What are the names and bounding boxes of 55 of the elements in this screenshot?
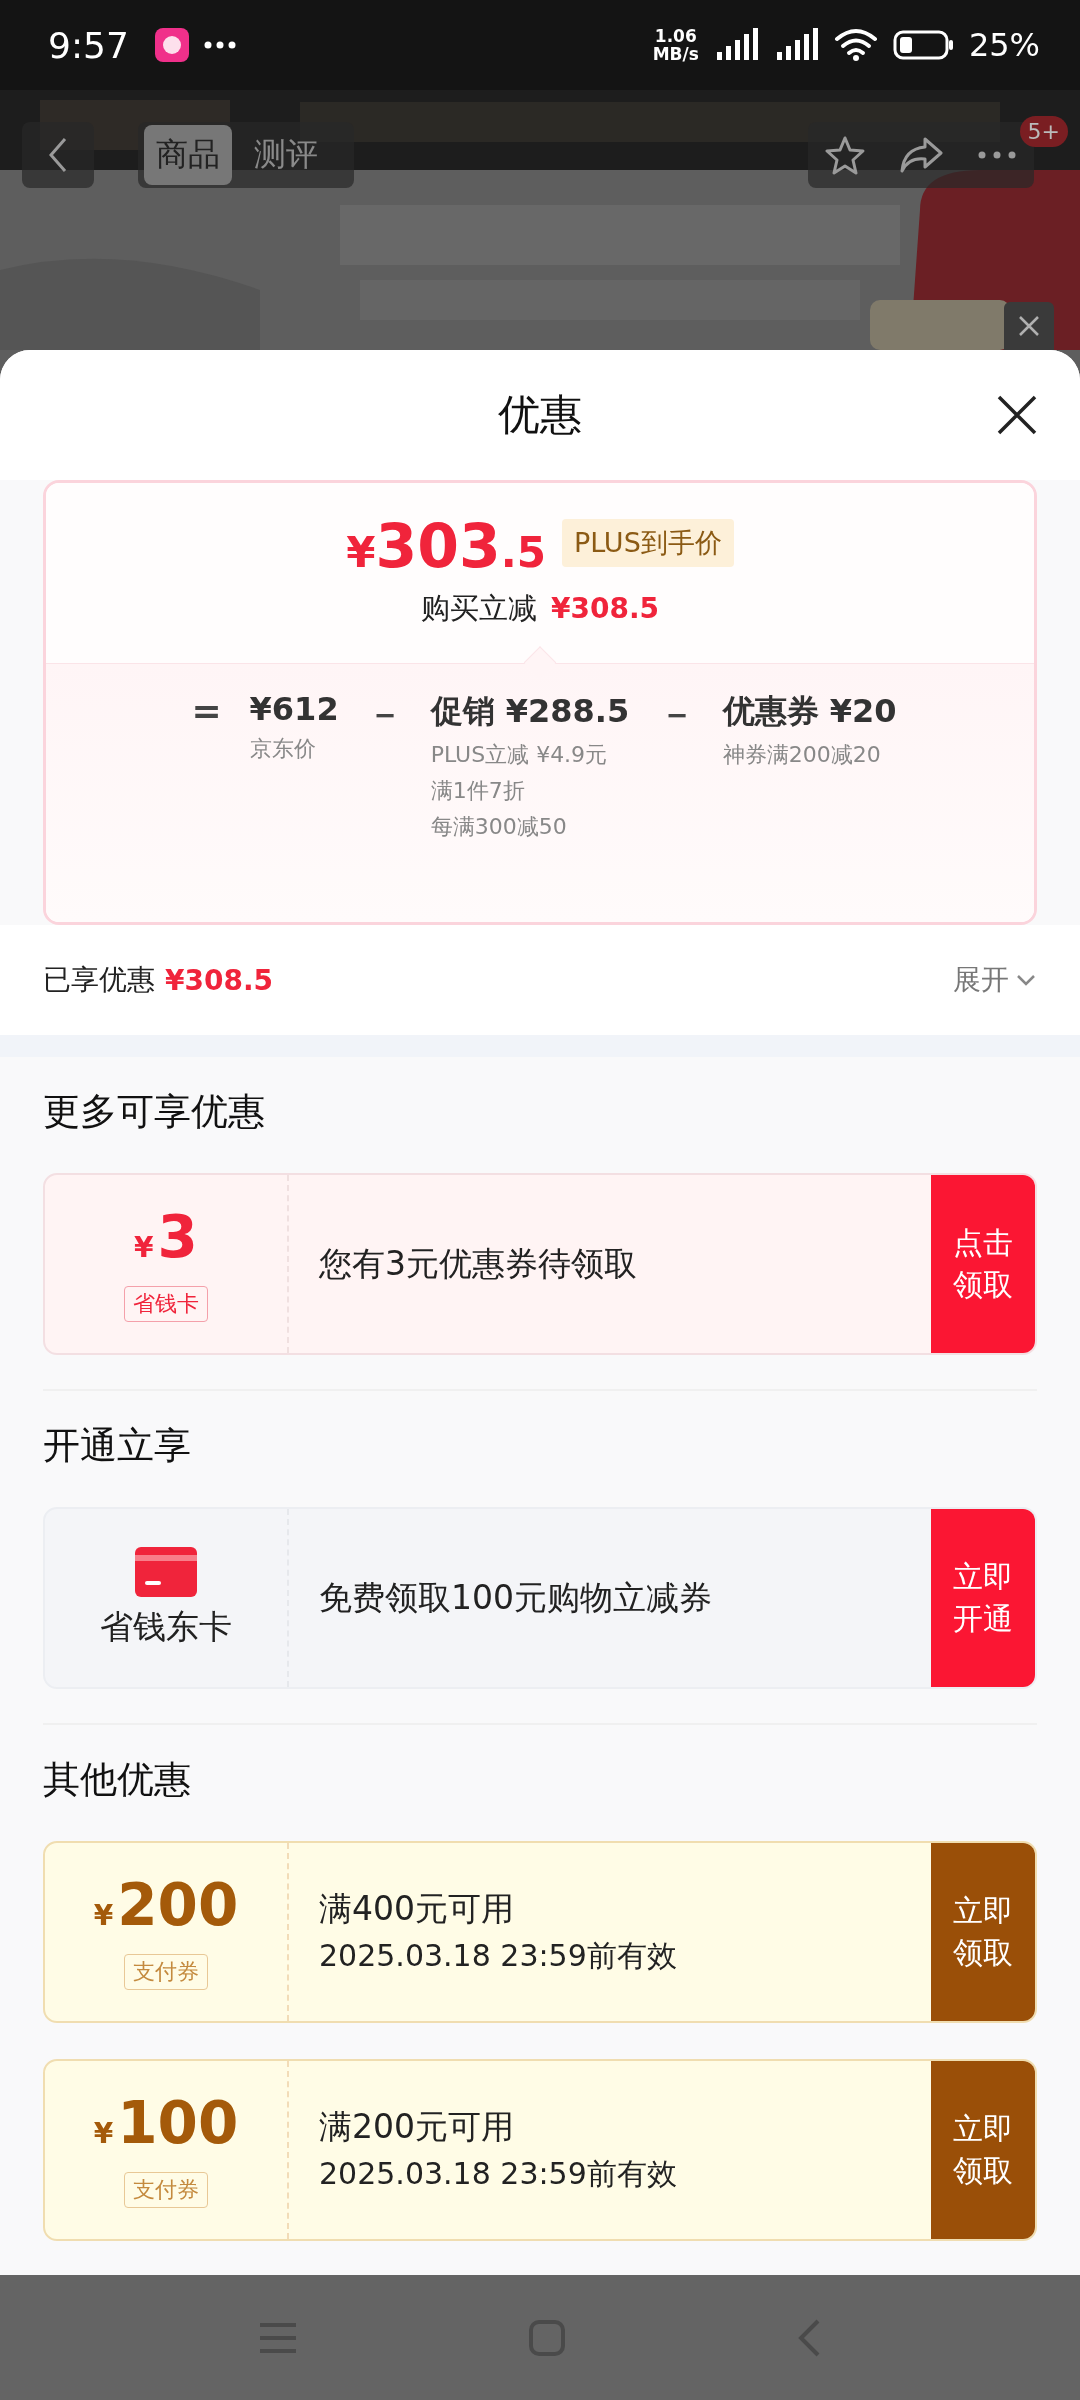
price-note: 每满300减50 xyxy=(430,813,568,841)
coupon-amount: ¥3 xyxy=(134,1206,198,1273)
battery-level: 25% xyxy=(968,26,1040,64)
app-notification-icon xyxy=(154,28,189,62)
price-note: PLUS立减 ¥4.9元 xyxy=(430,741,609,769)
sheet-title: 优惠 xyxy=(498,389,582,441)
coupon-text: 2025.03.18 23:59前有效 xyxy=(319,1937,678,1975)
coupon-tag: 支付券 xyxy=(124,2171,208,2208)
coupon-tag: 省钱卡 xyxy=(124,1285,208,1322)
final-price: ¥303.5 xyxy=(346,511,546,581)
price-component: 促销 ¥288.5 xyxy=(430,691,631,732)
claim-button[interactable]: 立即领取 xyxy=(931,2061,1035,2239)
back-icon xyxy=(47,135,69,175)
card-name: 省钱东卡 xyxy=(100,1605,232,1648)
price-note: 京东价 xyxy=(249,735,317,763)
coupon-amount: ¥100 xyxy=(93,2092,239,2159)
price-component: 优惠券 ¥20 xyxy=(722,691,897,732)
section-heading: 其他优惠 xyxy=(43,1757,192,1803)
expand-button[interactable]: 展开 xyxy=(953,961,1037,999)
wifi-icon xyxy=(832,27,879,63)
coupon-tag: 支付券 xyxy=(124,1953,208,1990)
claim-button[interactable]: 立即领取 xyxy=(931,1843,1035,2021)
claim-button[interactable]: 点击领取 xyxy=(931,1175,1035,1353)
coupon-text: 免费领取100元购物立减券 xyxy=(319,1576,713,1619)
equals-sign: = xyxy=(190,690,223,733)
close-icon xyxy=(1018,315,1040,337)
discount-label: 已享优惠 xyxy=(43,962,155,998)
price-note: 满1件7折 xyxy=(430,777,526,805)
more-icon xyxy=(977,150,1017,160)
more-notifications-icon xyxy=(202,40,237,50)
coupon-text: 2025.03.18 23:59前有效 xyxy=(319,2155,678,2193)
card-icon xyxy=(135,1546,197,1597)
minus-sign: － xyxy=(365,692,404,736)
saving-label: 购买立减 xyxy=(420,590,537,627)
network-speed: 1.06 MB/s xyxy=(652,27,699,63)
discount-amount: ¥308.5 xyxy=(165,963,274,997)
price-component: ¥612 xyxy=(249,690,339,728)
tab[interactable]: 测评 xyxy=(242,125,330,185)
section-heading: 更多可享优惠 xyxy=(43,1089,266,1135)
tab[interactable]: 商品 xyxy=(144,125,232,185)
coupon-text: 满200元可用 xyxy=(319,2106,515,2148)
section-heading: 开通立享 xyxy=(43,1423,192,1469)
close-button[interactable] xyxy=(996,394,1038,436)
coupon-text: 您有3元优惠券待领取 xyxy=(319,1242,638,1285)
price-tag: PLUS到手价 xyxy=(561,519,734,567)
coupon-amount: ¥200 xyxy=(93,1874,239,1941)
battery-icon xyxy=(892,30,955,60)
saving-amount: ¥308.5 xyxy=(550,592,660,625)
minus-sign: － xyxy=(657,692,696,736)
coupon-text: 满400元可用 xyxy=(319,1888,515,1930)
claim-button[interactable]: 立即开通 xyxy=(931,1509,1035,1687)
price-note: 神券满200减20 xyxy=(722,741,882,769)
clock: 9:57 xyxy=(48,24,129,66)
back-button[interactable] xyxy=(22,122,94,188)
chevron-down-icon xyxy=(1015,973,1037,987)
